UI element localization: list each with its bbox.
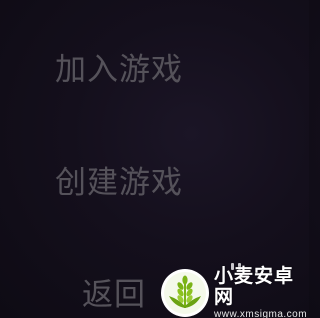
- watermark-url: www.xmsigma.com: [214, 309, 308, 318]
- watermark-text: 小麦安卓网 www.xmsigma.com: [214, 264, 309, 318]
- wheat-logo-icon: [161, 269, 209, 317]
- join-game-button[interactable]: 加入游戏: [55, 55, 183, 86]
- create-game-button[interactable]: 创建游戏: [55, 168, 183, 199]
- watermark-brand: 小麦安卓网: [214, 264, 295, 308]
- watermark: 小麦安卓网 www.xmsigma.com: [160, 264, 309, 318]
- back-button[interactable]: 返回: [82, 280, 146, 311]
